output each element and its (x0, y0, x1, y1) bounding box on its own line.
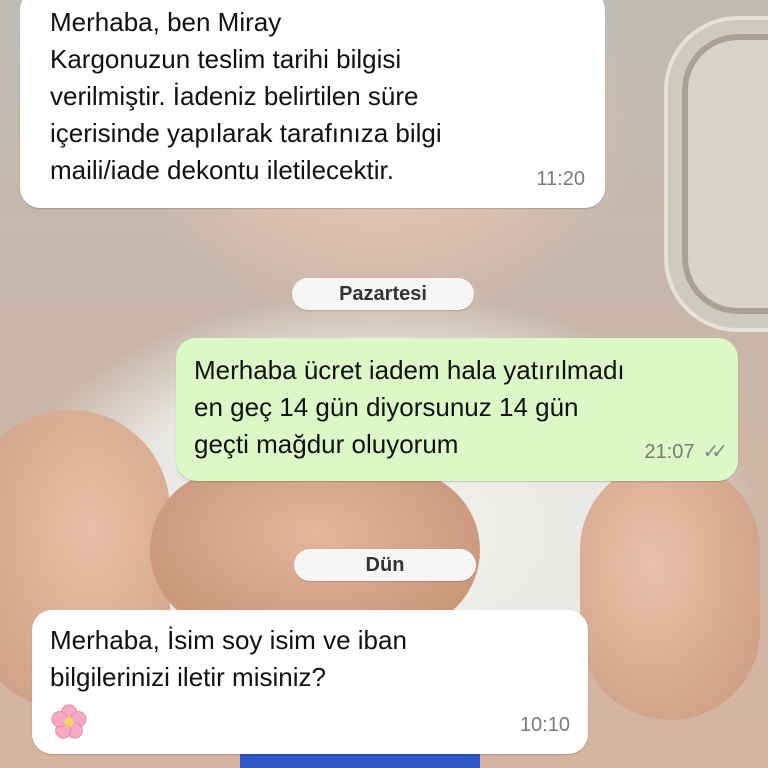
wallpaper-blue-cloth (240, 752, 480, 768)
wallpaper-mirror (668, 20, 768, 328)
day-separator: Pazartesi (292, 278, 474, 310)
message-time: 21:07 (644, 441, 695, 463)
message-bubble-outgoing[interactable]: Merhaba ücret iadem hala yatırılmadı en … (176, 338, 738, 481)
message-time: 11:20 (536, 168, 585, 190)
message-text: Merhaba, İsim soy isim ve iban bilgileri… (50, 625, 407, 692)
message-bubble-incoming[interactable]: Merhaba, İsim soy isim ve iban bilgileri… (32, 610, 588, 754)
message-time: 10:10 (519, 714, 570, 736)
message-bubble-incoming[interactable]: Merhaba, ben Miray Kargonuzun teslim tar… (20, 0, 605, 208)
cherry-blossom-emoji (51, 704, 87, 739)
message-time-with-status: 21:07 ✓✓ (644, 434, 727, 471)
double-check-read-icon: ✓✓ (702, 441, 727, 463)
day-separator: Dün (294, 549, 476, 581)
wallpaper-arm-right (580, 460, 760, 720)
message-text: Merhaba, ben Miray Kargonuzun teslim tar… (50, 7, 442, 185)
